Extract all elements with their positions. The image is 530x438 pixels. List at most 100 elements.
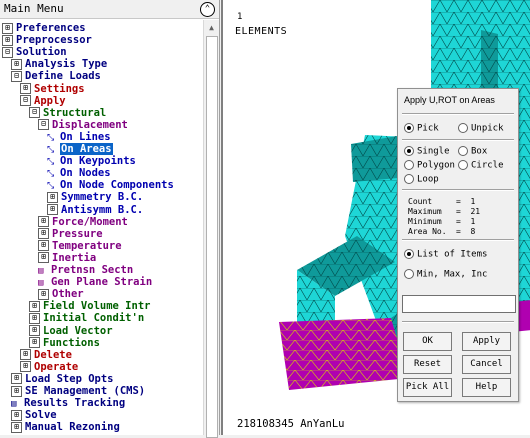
single-radio[interactable]: Single	[404, 146, 450, 157]
loop-radio[interactable]: Loop	[404, 174, 439, 185]
cancel-button[interactable]: Cancel	[462, 355, 511, 374]
scrollbar-thumb[interactable]	[206, 36, 218, 438]
apply-u-rot-dialog: Apply U,ROT on Areas Pick Unpick Single …	[397, 88, 519, 402]
cursor-label: 1	[237, 12, 243, 22]
menu-item-label: SE Management (CMS)	[25, 385, 146, 397]
expander-icon[interactable]: ⊞	[20, 83, 31, 94]
expander-icon[interactable]: ⊟	[29, 107, 40, 119]
min-max-inc-radio[interactable]: Min, Max, Inc	[404, 269, 487, 280]
reset-button[interactable]: Reset	[403, 355, 452, 374]
expander-icon[interactable]: ⊞	[38, 216, 49, 228]
pick-radio[interactable]: Pick	[404, 123, 439, 134]
menu-item[interactable]: ⤡ On Lines	[47, 131, 111, 143]
menu-item[interactable]: ⊞ Initial Condit'n	[29, 312, 144, 324]
expander-icon[interactable]: ⊞	[20, 361, 31, 373]
menu-item[interactable]: ⤡ On Areas	[47, 143, 113, 155]
help-button[interactable]: Help	[462, 378, 511, 397]
expander-icon[interactable]: ⊞	[29, 300, 40, 312]
expander-icon[interactable]: ⊞	[47, 204, 58, 215]
menu-item[interactable]: ⤡ On Nodes	[47, 167, 111, 179]
expander-icon[interactable]: ⊟	[2, 46, 13, 58]
menu-item[interactable]: ⊞ Force/Moment	[38, 216, 128, 228]
box-radio[interactable]: Box	[458, 146, 487, 157]
menu-item[interactable]: ⊞ Inertia	[38, 252, 96, 264]
menu-item[interactable]: ⊞ Temperature	[38, 240, 122, 252]
menu-item[interactable]: ⊞ SE Management (CMS)	[11, 385, 145, 397]
expander-icon[interactable]: ⊞	[11, 385, 22, 397]
menu-item[interactable]: ⊟ Apply	[20, 95, 66, 107]
menu-item-label: Initial Condit'n	[43, 312, 145, 325]
divider	[402, 189, 514, 191]
pick-info-row: Area No. = 8	[408, 227, 475, 236]
menu-item[interactable]: ⊟ Solution	[2, 46, 67, 58]
menu-item[interactable]: ⊟ Structural	[29, 107, 106, 119]
menu-item[interactable]: ▤ Results Tracking	[11, 397, 125, 409]
expander-icon[interactable]: ⊞	[11, 58, 22, 70]
expander-icon[interactable]: ⊞	[38, 240, 49, 252]
expander-icon[interactable]: ⊞	[11, 373, 22, 385]
info-equals: =	[456, 217, 471, 226]
menu-item-label: Apply	[34, 94, 66, 107]
menu-item[interactable]: ⤡ On Node Components	[47, 179, 174, 191]
list-of-items-radio[interactable]: List of Items	[404, 249, 487, 260]
menu-item[interactable]: ⊞ Load Step Opts	[11, 373, 114, 385]
menu-item[interactable]: ▤ Pretnsn Sectn	[38, 264, 133, 276]
menu-item[interactable]: ⊞ Preprocessor	[2, 34, 92, 46]
menu-scrollbar[interactable]: ▲	[203, 20, 219, 438]
pick-input-field[interactable]	[402, 295, 516, 313]
expander-icon[interactable]: ⊞	[11, 421, 22, 433]
pick-all-button[interactable]: Pick All	[403, 378, 452, 397]
menu-item[interactable]: ⤡ On Keypoints	[47, 155, 136, 167]
scroll-up-arrow-icon[interactable]: ▲	[204, 20, 219, 35]
menu-item-label: Preferences	[16, 22, 86, 34]
menu-item[interactable]: ⊟ Displacement	[38, 119, 128, 131]
plot-footer: 218108345 AnYanLu	[237, 418, 345, 430]
unpick-radio[interactable]: Unpick	[458, 123, 504, 134]
ok-button[interactable]: OK	[403, 332, 452, 351]
expander-icon[interactable]: ⊞	[11, 409, 22, 421]
expander-icon[interactable]: ⊞	[38, 288, 49, 300]
expander-icon[interactable]: ⊟	[38, 119, 49, 131]
menu-item[interactable]: ⊞ Manual Rezoning	[11, 421, 120, 433]
menu-item[interactable]: ⊞ Other	[38, 288, 84, 300]
menu-item-label: Load Step Opts	[25, 372, 114, 385]
menu-item[interactable]: ⊞ Delete	[20, 349, 72, 361]
menu-item[interactable]: ⊞ Solve	[11, 409, 57, 421]
radio-checked-icon	[404, 123, 414, 133]
expander-icon[interactable]: ⊞	[29, 337, 40, 349]
menu-item[interactable]: ⊞ Settings	[20, 83, 85, 95]
menu-item[interactable]: ⊞ Preferences	[2, 22, 86, 34]
double-chevron-up-icon[interactable]: ⌃	[200, 2, 215, 17]
expander-icon[interactable]: ⊞	[2, 22, 13, 34]
menu-item[interactable]: ⊞ Load Vector	[29, 325, 113, 337]
menu-item[interactable]: ⊞ Analysis Type	[11, 58, 107, 70]
expander-icon[interactable]: ⊞	[2, 34, 13, 46]
menu-item[interactable]: ⊞ Field Volume Intr	[29, 300, 150, 312]
circle-radio[interactable]: Circle	[458, 160, 504, 171]
polygon-radio[interactable]: Polygon	[404, 160, 455, 171]
menu-item-label: Manual Rezoning	[25, 421, 120, 434]
expander-icon[interactable]: ⊟	[11, 70, 22, 82]
divider	[402, 239, 514, 241]
expander-icon[interactable]: ⊞	[29, 312, 40, 324]
expander-icon[interactable]: ⊞	[38, 252, 49, 264]
expander-icon[interactable]: ⊞	[47, 191, 58, 203]
radio-unchecked-icon	[404, 160, 414, 170]
menu-item[interactable]: ⊞ Functions	[29, 337, 100, 349]
menu-item[interactable]: ⊞ Antisymm B.C.	[47, 204, 143, 216]
radio-checked-icon	[404, 249, 414, 259]
expander-icon[interactable]: ⊞	[38, 228, 49, 240]
apply-button[interactable]: Apply	[462, 332, 511, 351]
radio-unchecked-icon	[404, 269, 414, 279]
menu-item[interactable]: ⊞ Operate	[20, 361, 78, 373]
menu-item[interactable]: ▤ Gen Plane Strain	[38, 276, 152, 288]
expander-icon[interactable]: ⊟	[20, 95, 31, 107]
dialog-title: Apply U,ROT on Areas	[404, 95, 495, 105]
menu-item[interactable]: ⊞ Pressure	[38, 228, 103, 240]
menu-item[interactable]: ⊟ Define Loads	[11, 70, 101, 82]
expander-icon[interactable]: ⊞	[29, 325, 40, 336]
expander-icon[interactable]: ⊞	[20, 349, 31, 361]
main-menu-panel: Main Menu ⌃ ⊞ Preferences ⊞ Preprocessor ⊟ So…	[0, 0, 220, 438]
menu-item[interactable]: ⊞ Symmetry B.C.	[47, 191, 143, 203]
info-label: Minimum	[408, 217, 442, 226]
